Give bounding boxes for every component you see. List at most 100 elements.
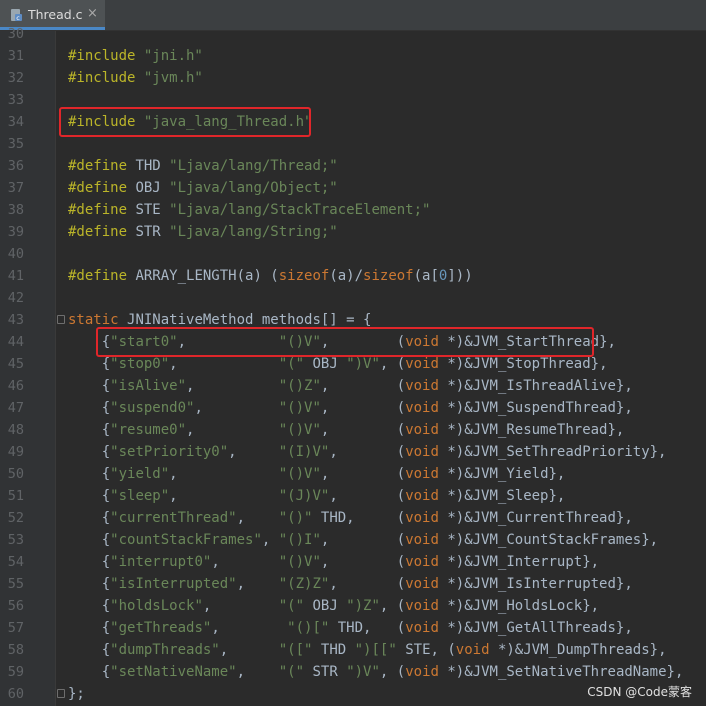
code-token: void xyxy=(405,576,439,592)
code-token: "sleep" xyxy=(110,488,170,504)
close-icon[interactable]: × xyxy=(87,6,98,21)
code-token: , ( xyxy=(320,378,406,394)
code-token: *)&JVM_GetAllThreads}, xyxy=(438,620,633,636)
code-editor[interactable]: 30 31 #include "jni.h" 32 #include "jvm.h" 33… xyxy=(0,26,706,706)
code-line: 49 {"setPriority0", "(I)V", (void *)&JVM… xyxy=(0,441,706,463)
code-text: {"getThreads", "()[" THD, (void *)&JVM_G… xyxy=(68,617,633,639)
code-line: 32 #include "jvm.h" xyxy=(0,67,706,89)
code-token: { xyxy=(68,554,111,570)
code-token: JNINativeMethod methods[] = { xyxy=(127,312,372,328)
code-token: *)&JVM_DumpThreads}, xyxy=(489,642,667,658)
line-number: 49 xyxy=(7,444,24,460)
code-line: 30 xyxy=(0,23,706,45)
line-number: 41 xyxy=(7,268,24,284)
svg-text:c: c xyxy=(16,14,20,21)
code-token: { xyxy=(68,532,111,548)
code-token: *)&JVM_SetNativeThreadName}, xyxy=(438,664,684,680)
code-token: void xyxy=(455,642,490,658)
code-token: void xyxy=(405,664,439,680)
code-token: { xyxy=(68,378,111,394)
code-token: *)&JVM_StopThread}, xyxy=(438,356,608,372)
line-number: 60 xyxy=(7,686,24,702)
code-token: "setNativeName" xyxy=(110,664,237,680)
code-token: , xyxy=(169,356,279,372)
code-text: {"currentThread", "()" THD, (void *)&JVM… xyxy=(68,507,633,529)
code-token: , ( xyxy=(320,532,406,548)
line-number: 38 xyxy=(7,202,24,218)
code-token: (a)/ xyxy=(329,268,364,284)
line-number: 42 xyxy=(7,290,24,306)
code-token: *)&JVM_IsInterrupted}, xyxy=(438,576,633,592)
line-number: 54 xyxy=(7,554,24,570)
line-number: 55 xyxy=(7,576,24,592)
code-line: 38 #define STE "Ljava/lang/StackTraceElem… xyxy=(0,199,706,221)
code-text: {"isInterrupted", "(Z)Z", (void *)&JVM_I… xyxy=(68,573,633,595)
line-number: 44 xyxy=(7,334,24,350)
code-token: , xyxy=(228,444,279,460)
line-number: 47 xyxy=(7,400,24,416)
code-line: 58 {"dumpThreads", "([" THD ")[[" STE, (… xyxy=(0,639,706,661)
code-token: #define xyxy=(68,202,136,218)
code-text: #define ARRAY_LENGTH(a) (sizeof(a)/sizeo… xyxy=(68,265,473,287)
code-token: "(J)V" xyxy=(278,488,330,504)
fold-marker-icon[interactable] xyxy=(57,689,65,698)
code-token: , xyxy=(202,598,279,614)
code-token: { xyxy=(68,400,111,416)
code-token: STR xyxy=(135,224,170,240)
c-file-icon: c xyxy=(11,9,22,21)
code-line: 56 {"holdsLock", "(" OBJ ")Z", (void *)&… xyxy=(0,595,706,617)
tab-label: Thread.c xyxy=(28,7,83,22)
code-token: { xyxy=(68,444,111,460)
code-token: *)&JVM_CountStackFrames}, xyxy=(438,532,659,548)
code-token: , xyxy=(169,488,279,504)
code-token: "isAlive" xyxy=(110,378,187,394)
code-token: , xyxy=(186,378,279,394)
code-token: sizeof xyxy=(363,268,414,284)
code-token: OBJ xyxy=(304,356,347,372)
code-token: "Ljava/lang/Object;" xyxy=(169,180,338,196)
code-token: THD, ( xyxy=(312,510,406,526)
code-token: ])) xyxy=(447,268,473,284)
code-line: 48 {"resume0", "()V", (void *)&JVM_Resum… xyxy=(0,419,706,441)
code-token: , xyxy=(236,576,279,592)
code-token: , xyxy=(194,400,279,416)
code-token: { xyxy=(68,466,111,482)
code-text: #include "jni.h" xyxy=(68,45,203,67)
code-token: void xyxy=(405,488,439,504)
code-token: , xyxy=(211,554,279,570)
code-token: "interrupt0" xyxy=(110,554,212,570)
code-token: "currentThread" xyxy=(110,510,237,526)
code-text: {"resume0", "()V", (void *)&JVM_ResumeTh… xyxy=(68,419,625,441)
code-token: ")V" xyxy=(346,356,380,372)
line-number: 31 xyxy=(7,48,24,64)
code-token: "(" xyxy=(278,664,305,680)
code-token: , ( xyxy=(320,400,406,416)
code-text: #include "jvm.h" xyxy=(68,67,203,89)
code-token: ")[[" xyxy=(354,642,397,658)
line-number: 56 xyxy=(7,598,24,614)
code-token: "()V" xyxy=(278,466,321,482)
line-number: 43 xyxy=(7,312,24,328)
code-token: STE xyxy=(135,202,170,218)
code-token: "(" xyxy=(278,598,305,614)
fold-marker-icon[interactable] xyxy=(57,315,65,324)
code-token: , ( xyxy=(320,422,406,438)
code-token: , ( xyxy=(329,576,406,592)
code-text: {"countStackFrames", "()I", (void *)&JVM… xyxy=(68,529,658,551)
code-token: , ( xyxy=(379,598,406,614)
code-line: 51 {"sleep", "(J)V", (void *)&JVM_Sleep}… xyxy=(0,485,706,507)
code-token: *)&JVM_HoldsLock}, xyxy=(438,598,600,614)
code-token: "countStackFrames" xyxy=(110,532,262,548)
code-token: "setPriority0" xyxy=(110,444,229,460)
highlight-box-include-thread-h xyxy=(59,107,311,137)
code-line: 52 {"currentThread", "()" THD, (void *)&… xyxy=(0,507,706,529)
code-token: , xyxy=(236,510,279,526)
code-token: , xyxy=(219,642,279,658)
line-number: 45 xyxy=(7,356,24,372)
code-token: "(" xyxy=(278,356,305,372)
code-token: "resume0" xyxy=(110,422,187,438)
code-token: STR xyxy=(304,664,347,680)
code-text: {"suspend0", "()V", (void *)&JVM_Suspend… xyxy=(68,397,633,419)
code-line: 46 {"isAlive", "()Z", (void *)&JVM_IsThr… xyxy=(0,375,706,397)
code-text: {"setNativeName", "(" STR ")V", (void *)… xyxy=(68,661,684,683)
